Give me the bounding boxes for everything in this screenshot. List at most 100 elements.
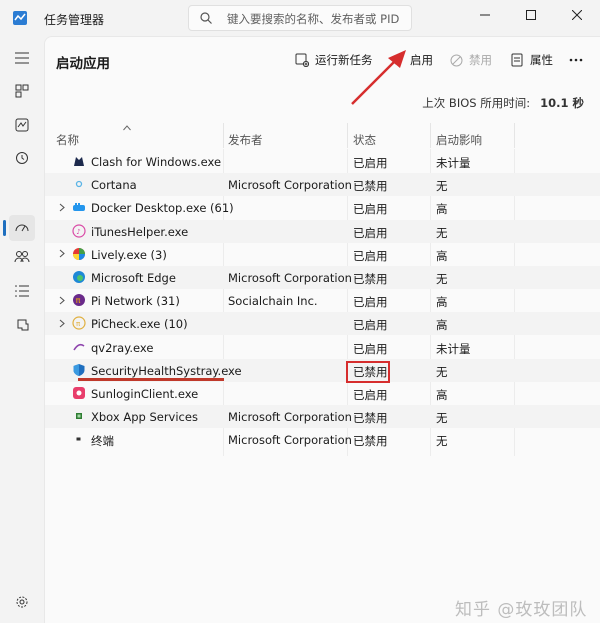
search-icon [200,12,212,24]
column-status[interactable]: 状态 [353,132,376,148]
users-icon[interactable] [9,244,35,270]
page-title: 启动应用 [56,56,110,72]
disable-button[interactable]: 禁用 [449,50,492,70]
status: 已禁用 [353,179,388,194]
column-impact[interactable]: 启动影响 [436,132,482,148]
bios-time: 上次 BIOS 所用时间: 10.1 秒 [422,95,584,111]
column-separator[interactable] [514,123,515,148]
annotation-box [346,361,390,383]
table-row[interactable]: 终端 Microsoft Corporation 已禁用 无 [45,428,600,451]
picheck-icon: π [72,316,86,330]
app-name: Docker Desktop.exe (61) [91,201,234,216]
annotation-underline [78,378,224,381]
chevron-right-icon[interactable] [57,201,67,213]
bios-value: 10.1 秒 [540,96,584,110]
table-row[interactable]: Xbox App Services Microsoft Corporation 已禁… [45,405,600,429]
status: 已启用 [353,156,388,170]
processes-icon[interactable] [9,78,35,104]
search-placeholder: 键入要搜索的名称、发布者或 PID [227,12,400,26]
column-name[interactable]: 名称 [56,132,79,148]
pi-network-icon: π [72,293,86,307]
status: 已禁用 [353,434,388,449]
sort-ascending-icon [123,125,131,131]
disable-circle-icon [449,53,463,67]
menu-icon[interactable] [9,45,35,71]
svg-text:π: π [76,320,81,328]
performance-icon[interactable] [9,112,35,138]
column-separator[interactable] [347,123,348,148]
status: 已启用 [353,248,388,263]
title-bar: 任务管理器 键入要搜索的名称、发布者或 PID [0,0,600,36]
sidebar [0,36,44,623]
table-row[interactable]: Cortana Microsoft Corporation 已禁用 无 [45,173,600,197]
chevron-right-icon[interactable] [57,294,67,306]
bios-label: 上次 BIOS 所用时间: [422,96,531,110]
settings-icon[interactable] [9,589,35,615]
table-row[interactable]: Lively.exe (3) 已启用 高 [45,243,600,266]
chevron-right-icon[interactable] [57,248,67,260]
startup-apps-panel: 启动应用 运行新任务 启用 禁用 属性 上次 BIOS 所用时间: 10.1 秒 … [44,36,600,623]
startup-apps-icon[interactable] [9,215,35,241]
app-name: Clash for Windows.exe [91,155,222,169]
startup-impact: 无 [436,225,448,240]
app-name: qv2ray.exe [91,340,154,355]
table-row[interactable]: π PiCheck.exe (10) 已启用 高 [45,312,600,336]
annotation-arrow-icon [351,50,406,105]
minimize-button[interactable] [462,0,508,30]
details-icon[interactable] [9,278,35,304]
status: 已启用 [353,341,388,356]
table-row[interactable]: qv2ray.exe 已启用 未计量 [45,336,600,359]
app-name: Microsoft Edge [91,271,176,285]
app-name: PiCheck.exe (10) [91,317,188,332]
properties-button[interactable]: 属性 [510,50,553,70]
svg-text:π: π [76,296,81,305]
status: 已启用 [353,225,388,240]
table-row[interactable]: Microsoft Edge Microsoft Corporation 已禁用 无 [45,266,600,289]
startup-impact: 无 [436,434,448,449]
properties-label: 属性 [530,53,553,67]
app-name: SunloginClient.exe [91,387,199,401]
svg-text:♪: ♪ [76,228,80,236]
search-input[interactable]: 键入要搜索的名称、发布者或 PID [188,5,412,31]
table-row[interactable]: Clash for Windows.exe 已启用 未计量 [45,150,600,173]
lively-icon [72,247,86,261]
column-separator[interactable] [430,123,431,148]
run-task-icon [295,53,309,67]
startup-impact: 高 [436,318,448,333]
qv2ray-icon [72,340,86,354]
close-button[interactable] [554,0,600,30]
publisher: Microsoft Corporation [228,178,352,193]
status: 已禁用 [353,411,388,426]
table-row[interactable]: SunloginClient.exe 已启用 高 [45,382,600,405]
app-history-icon[interactable] [9,145,35,171]
startup-impact: 高 [436,295,448,310]
maximize-button[interactable] [508,0,554,30]
close-icon [572,10,582,20]
app-name: iTunesHelper.exe [91,224,189,239]
startup-impact: 未计量 [436,156,471,170]
column-separator[interactable] [223,123,224,148]
publisher: Microsoft Corporation [228,433,352,448]
app-name: SecurityHealthSystray.exe [91,363,242,378]
active-indicator [3,220,6,236]
app-name: Lively.exe (3) [91,247,167,262]
properties-icon [510,53,524,67]
startup-impact: 未计量 [436,341,471,356]
table-row[interactable]: π Pi Network (31) Socialchain Inc. 已启用 高 [45,289,600,312]
publisher: Microsoft Corporation [228,271,352,285]
sunlogin-icon [72,386,86,400]
watermark: 知乎 @玫玫团队 [455,600,588,620]
security-shield-icon [72,363,86,377]
startup-impact: 高 [436,202,448,217]
services-icon[interactable] [9,312,35,338]
window-title: 任务管理器 [44,13,105,27]
more-options-button[interactable] [569,50,583,70]
table-row[interactable]: ♪ iTunesHelper.exe 已启用 无 [45,219,600,243]
column-publisher[interactable]: 发布者 [228,132,263,148]
itunes-icon: ♪ [72,223,86,238]
chevron-right-icon[interactable] [57,317,67,329]
publisher: Microsoft Corporation [228,410,352,425]
table-row[interactable]: Docker Desktop.exe (61) 已启用 高 [45,196,600,219]
clash-icon [72,154,86,168]
startup-impact: 高 [436,388,448,402]
